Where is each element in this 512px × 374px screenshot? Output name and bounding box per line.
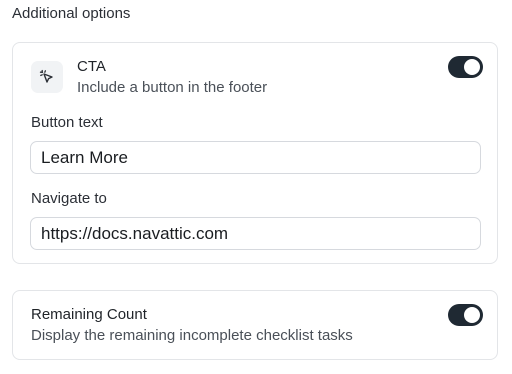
button-text-label: Button text bbox=[31, 114, 103, 131]
remaining-count-title: Remaining Count bbox=[31, 306, 147, 323]
cta-title: CTA bbox=[77, 58, 106, 75]
cta-card: CTA Include a button in the footer Butto… bbox=[12, 42, 498, 264]
cta-description: Include a button in the footer bbox=[77, 79, 268, 96]
remaining-count-toggle[interactable] bbox=[448, 304, 483, 326]
cta-toggle[interactable] bbox=[448, 56, 483, 78]
remaining-count-description: Display the remaining incomplete checkli… bbox=[31, 327, 353, 344]
cursor-click-icon bbox=[31, 61, 63, 93]
toggle-knob bbox=[464, 59, 480, 75]
navigate-to-label: Navigate to bbox=[31, 190, 107, 207]
button-text-input[interactable] bbox=[30, 141, 481, 174]
section-title: Additional options bbox=[12, 5, 131, 22]
navigate-to-input[interactable] bbox=[30, 217, 481, 250]
remaining-count-card: Remaining Count Display the remaining in… bbox=[12, 290, 498, 360]
toggle-knob bbox=[464, 307, 480, 323]
